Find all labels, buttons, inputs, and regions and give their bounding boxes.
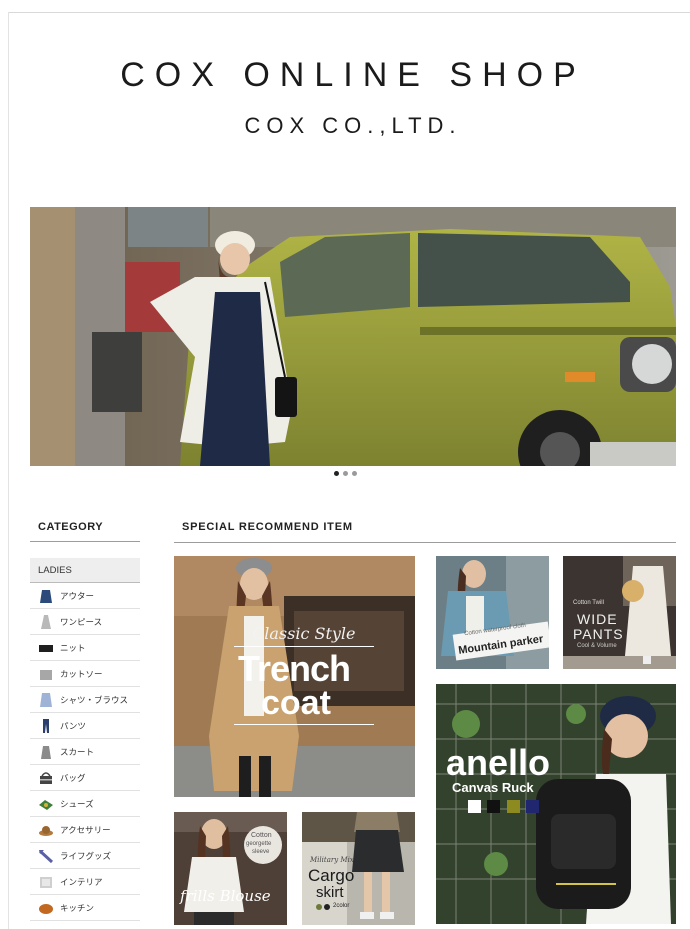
kitchen-icon [39,903,53,914]
hero-dot-2[interactable] [342,471,348,476]
sidebar-item-kitchen[interactable]: キッチン [30,895,140,921]
hero-dot-3[interactable] [351,471,357,476]
cargo-color-dot-black [324,904,330,910]
product-tile-wide-pants[interactable]: Cotton Twill WIDE PANTS Cool & Volume [563,556,676,669]
sidebar-item-label: キッチン [60,902,95,913]
trench-divider-top [234,646,374,647]
wide-pants-image [563,556,676,669]
sidebar-item-label: ワンピース [60,616,103,627]
product-tile-cargo-skirt[interactable]: Military Mix Cargo skirt 2color [302,812,415,925]
sidebar-item-label: パンツ [60,720,86,731]
sidebar-item-label: ライフグッズ [60,850,112,861]
sidebar-item-label: カットソー [60,668,103,679]
section-ladies[interactable]: LADIES [30,558,140,583]
top-divider [8,12,690,13]
hero-pagination [0,471,690,479]
swatch-white[interactable] [468,800,481,813]
product-tile-trench-coat[interactable]: Classic Style Trench coat [174,556,415,797]
sidebar-item-pants[interactable]: パンツ [30,713,140,739]
blouse-badge [244,826,282,864]
sidebar-item-cutsew[interactable]: カットソー [30,661,140,687]
sidebar-item-outer[interactable]: アウター [30,583,140,609]
hero-image [30,207,676,466]
shop-title[interactable]: COX ONLINE SHOP [30,56,676,95]
anello-color-swatches [468,800,540,818]
cutsew-icon [40,669,52,680]
product-tile-frills-blouse[interactable]: Cotton georgette sleeve frills Blouse [174,812,287,925]
skirt-icon [41,745,51,759]
sidebar-item-label: シューズ [60,798,94,809]
sidebar-item-label: ニット [60,642,86,653]
sidebar-item-bag[interactable]: バッグ [30,765,140,791]
page: COX ONLINE SHOP COX CO.,LTD. CATEGORY LA… [0,0,690,929]
sidebar-item-knit[interactable]: ニット [30,635,140,661]
sidebar-item-label: バッグ [60,772,86,783]
hero-banner[interactable] [30,207,676,466]
category-sidebar: CATEGORY LADIES アウター ワンピース ニット カットソー シャツ… [30,518,140,921]
product-tile-mountain-parker[interactable]: Cotton waterproof cloth Mountain parker [436,556,549,669]
shirt-icon [40,692,52,707]
dress-icon [41,614,51,629]
sidebar-item-shoes[interactable]: シューズ [30,791,140,817]
outer-icon [40,589,52,603]
swatch-navy[interactable] [526,800,540,813]
sidebar-item-label: スカート [60,746,95,757]
interior-icon [40,876,52,888]
category-heading: CATEGORY [30,518,140,542]
hero-dot-1[interactable] [333,471,339,476]
company-name: COX CO.,LTD. [244,113,462,138]
shoes-icon [39,799,53,810]
sidebar-item-accessory[interactable]: アクセサリー [30,817,140,843]
trench-coat-image [174,556,415,797]
hat-icon [39,825,53,836]
knit-icon [39,644,53,652]
bag-icon [40,771,52,784]
sidebar-item-label: インテリア [60,876,103,887]
swatch-olive[interactable] [506,800,520,813]
sidebar-item-label: アクセサリー [60,824,111,835]
sidebar-item-skirt[interactable]: スカート [30,739,140,765]
sidebar-item-shirt[interactable]: シャツ・ブラウス [30,687,140,713]
pants-icon [43,718,49,733]
sidebar-item-label: シャツ・ブラウス [60,694,129,705]
sidebar-item-dress[interactable]: ワンピース [30,609,140,635]
product-tile-anello-canvas-ruck[interactable]: anello Canvas Ruck [436,684,676,924]
recommend-heading: SPECIAL RECOMMEND ITEM [174,521,676,543]
swatch-black[interactable] [487,800,501,813]
sidebar-item-lifegoods[interactable]: ライフグッズ [30,843,140,869]
umbrella-icon [38,849,54,863]
cargo-color-dot-olive [316,904,322,910]
trench-divider-bottom [234,724,374,725]
sidebar-item-interior[interactable]: インテリア [30,869,140,895]
sidebar-item-label: アウター [60,590,95,601]
